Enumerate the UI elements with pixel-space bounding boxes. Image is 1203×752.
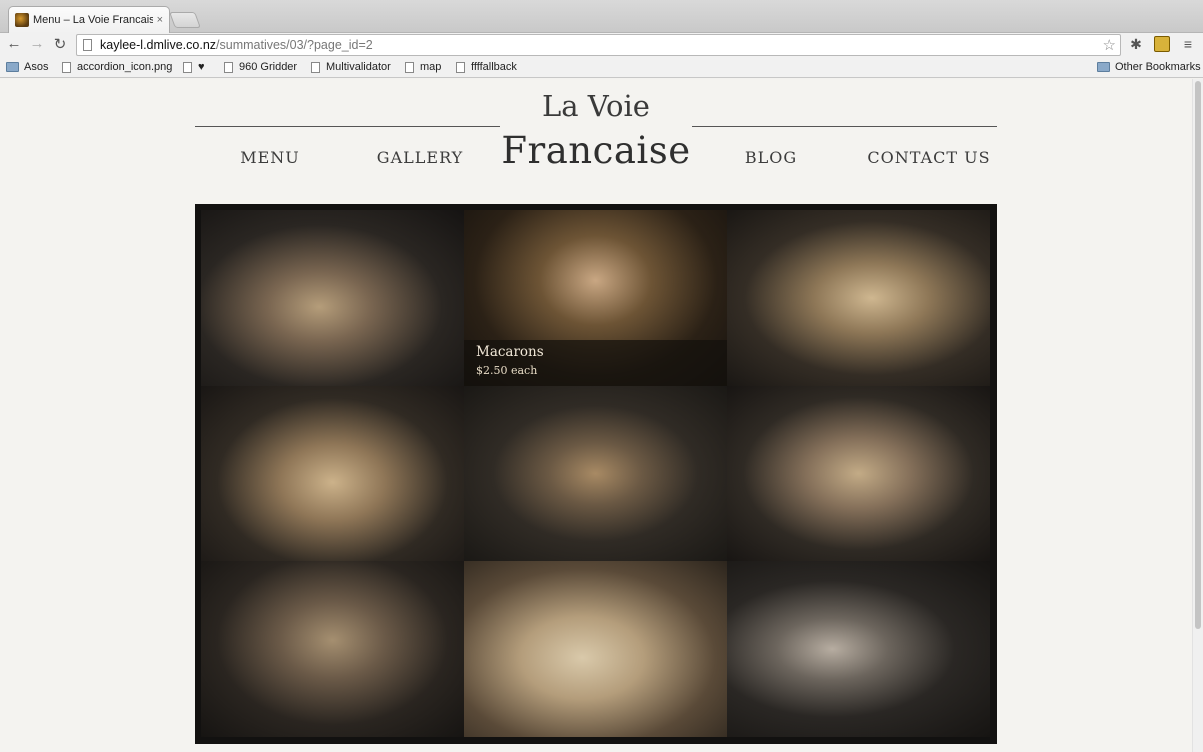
bookmark-ffffallback[interactable]: ffffallback (456, 61, 517, 73)
nav-gallery[interactable]: GALLERY (365, 148, 475, 167)
page-icon (62, 61, 71, 73)
bookmark-accordion-icon[interactable]: accordion_icon.png (62, 61, 172, 73)
page-icon (183, 61, 192, 73)
reload-icon[interactable]: ↻ (50, 35, 70, 53)
nav-blog[interactable]: BLOG (731, 148, 811, 167)
site-logo-line1[interactable]: La Voie (500, 89, 692, 123)
gallery-photo-bread-basket[interactable] (201, 210, 464, 386)
url-path: /summatives/03/?page_id=2 (216, 38, 373, 52)
folder-icon (1097, 62, 1110, 72)
photo-gallery: Macarons $2.50 each (195, 204, 997, 744)
folder-icon (6, 62, 19, 72)
vertical-scrollbar[interactable] (1192, 79, 1203, 752)
extension-face-icon[interactable] (1154, 36, 1170, 52)
caption-price: $2.50 each (476, 364, 538, 377)
gallery-photo-bread-rolls[interactable] (727, 210, 990, 386)
scrollbar-thumb[interactable] (1195, 81, 1201, 629)
bookmarks-bar: Asos accordion_icon.png ♥ 960 Gridder Mu… (0, 57, 1203, 78)
bookmark-map[interactable]: map (405, 61, 441, 73)
tab-title: Menu – La Voie Francaise (33, 14, 153, 26)
bookmark-960-gridder[interactable]: 960 Gridder (224, 61, 297, 73)
site-favicon-icon (15, 13, 29, 27)
forward-arrow-icon[interactable]: → (27, 35, 47, 52)
bookmark-heart[interactable]: ♥ (183, 61, 205, 73)
header-divider-left (195, 126, 500, 127)
url-host: kaylee-l.dmlive.co.nz (100, 38, 217, 52)
gallery-photo-baguettes[interactable] (727, 386, 990, 561)
browser-toolbar: ← → ↻ kaylee-l.dmlive.co.nz/summatives/0… (0, 33, 1203, 57)
nav-menu[interactable]: MENU (225, 148, 315, 167)
nav-contact-us[interactable]: CONTACT US (866, 148, 992, 167)
gallery-photo-macarons[interactable]: Macarons $2.50 each (464, 210, 727, 386)
gallery-photo-macaron-box[interactable] (727, 561, 990, 737)
chrome-menu-icon[interactable]: ≡ (1180, 36, 1196, 52)
tab-bar: Menu – La Voie Francaise × (0, 0, 1203, 33)
page-icon (405, 61, 414, 73)
page-body: La Voie Francaise MENU GALLERY BLOG CONT… (0, 79, 1192, 752)
photo-caption: Macarons $2.50 each (464, 340, 727, 386)
page-icon (83, 39, 92, 51)
caption-title: Macarons (476, 344, 544, 360)
bookmark-multivalidator[interactable]: Multivalidator (311, 61, 391, 73)
page-icon (224, 61, 233, 73)
gallery-photo-pastries-nuts[interactable] (201, 561, 464, 737)
gallery-photo-hands-bread[interactable] (464, 561, 727, 737)
header-divider-right (692, 126, 997, 127)
extension-bug-icon[interactable]: ✱ (1128, 36, 1144, 52)
gallery-photo-loaves[interactable] (201, 386, 464, 561)
page-icon (311, 61, 320, 73)
gallery-photo-eclairs[interactable] (464, 386, 727, 561)
bookmark-star-icon[interactable]: ☆ (1103, 36, 1116, 54)
browser-tab[interactable]: Menu – La Voie Francaise × (8, 6, 170, 33)
close-tab-icon[interactable]: × (157, 14, 163, 26)
page-icon (456, 61, 465, 73)
new-tab-button[interactable] (169, 12, 201, 28)
bookmark-asos[interactable]: Asos (6, 61, 48, 73)
other-bookmarks[interactable]: Other Bookmarks (1097, 61, 1201, 73)
address-bar[interactable]: kaylee-l.dmlive.co.nz/summatives/03/?pag… (76, 34, 1121, 56)
back-arrow-icon[interactable]: ← (4, 35, 24, 52)
site-logo-line2[interactable]: Francaise (500, 129, 692, 172)
